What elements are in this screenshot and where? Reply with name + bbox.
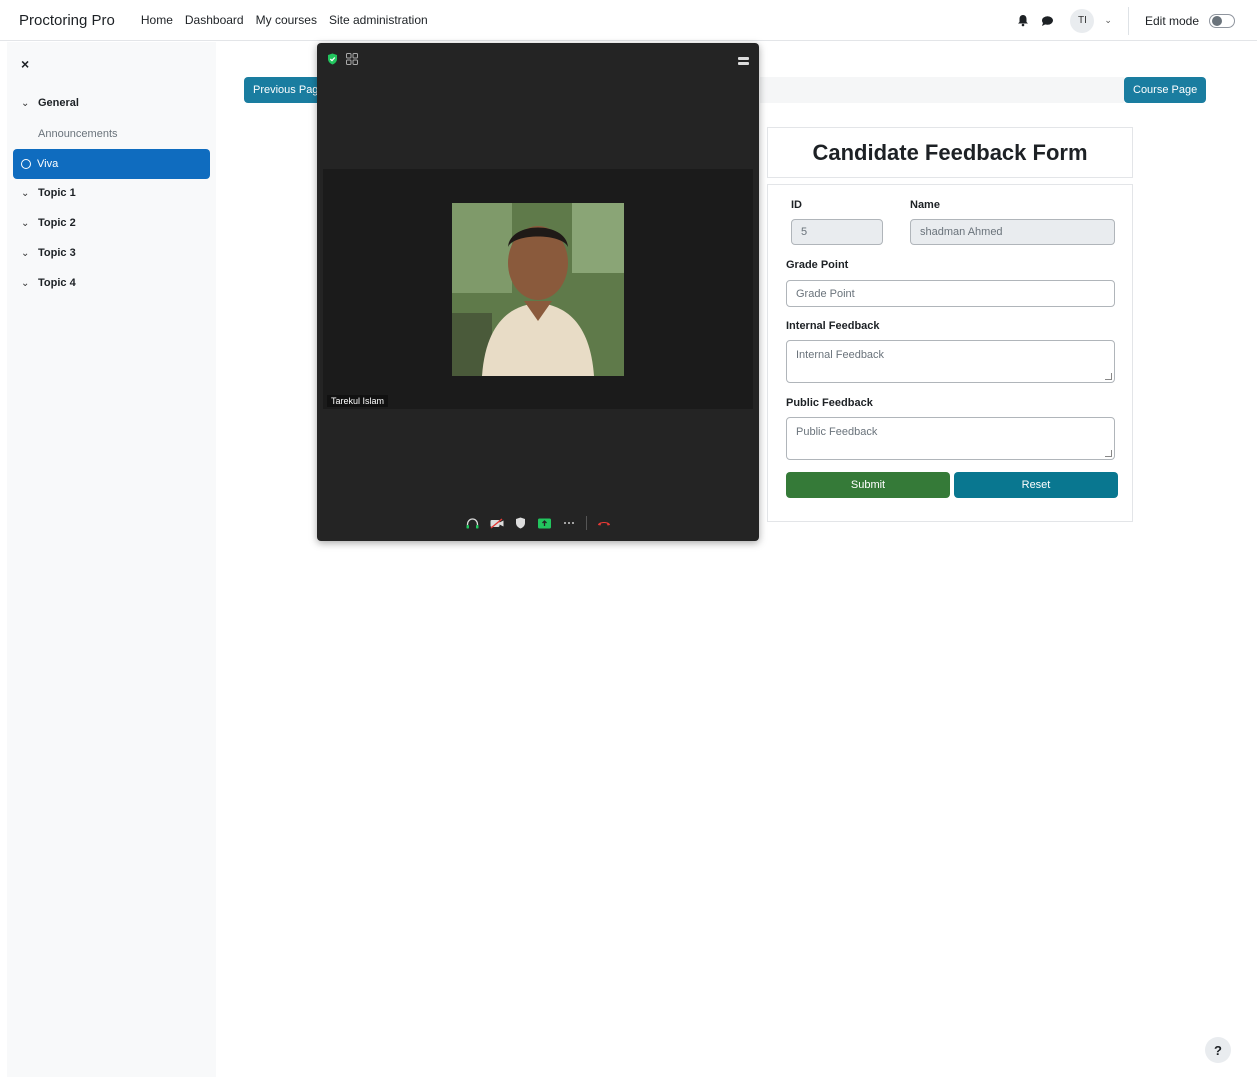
item-viva-active[interactable]: Viva [13,149,210,179]
internal-feedback-textarea[interactable]: Internal Feedback [786,340,1115,383]
user-controls: TI ⌄ Edit mode [1016,0,1235,41]
section-topic-3[interactable]: ⌄ Topic 3 [21,247,76,259]
divider [585,516,587,530]
nav-site-administration[interactable]: Site administration [329,13,428,27]
public-feedback-placeholder: Public Feedback [796,426,878,438]
public-feedback-label: Public Feedback [786,397,873,409]
grid-view-icon[interactable] [346,52,358,70]
primary-navigation: Home Dashboard My courses Site administr… [141,13,428,27]
call-controls [317,515,759,531]
internal-feedback-placeholder: Internal Feedback [796,349,885,361]
name-label: Name [910,199,940,211]
feedback-form: ID Name 5 shadman Ahmed Grade Point Grad… [767,184,1133,522]
course-page-button[interactable]: Course Page [1124,77,1207,103]
nav-home[interactable]: Home [141,13,173,27]
close-icon[interactable]: × [21,56,29,72]
id-field: 5 [791,219,883,245]
video-stage: Tarekul Islam [323,169,753,409]
chevron-down-icon[interactable]: ⌄ [1104,15,1112,26]
name-field: shadman Ahmed [910,219,1115,245]
internal-feedback-label: Internal Feedback [786,320,880,332]
section-label: Topic 1 [38,187,76,199]
section-topic-2[interactable]: ⌄ Topic 2 [21,217,76,229]
nav-dashboard[interactable]: Dashboard [185,13,244,27]
chevron-down-icon[interactable]: ⌄ [21,188,31,199]
resize-handle-icon[interactable] [1105,373,1112,380]
more-icon[interactable] [562,516,576,530]
end-call-icon[interactable] [597,516,611,530]
section-label: Topic 4 [38,277,76,289]
edit-mode-label: Edit mode [1144,13,1199,28]
menu-icon[interactable] [738,53,749,71]
form-title: Candidate Feedback Form [767,127,1133,178]
grade-point-input[interactable]: Grade Point [786,280,1115,307]
id-label: ID [791,199,802,211]
bell-icon[interactable] [1016,14,1030,28]
user-avatar[interactable]: TI [1070,8,1095,33]
camera-off-icon[interactable] [490,516,504,530]
chevron-down-icon[interactable]: ⌄ [21,248,31,259]
section-label: General [38,97,79,109]
public-feedback-textarea[interactable]: Public Feedback [786,417,1115,460]
chevron-down-icon[interactable]: ⌄ [21,98,31,109]
participant-name: Tarekul Islam [327,395,389,407]
section-topic-1[interactable]: ⌄ Topic 1 [21,187,76,199]
help-button[interactable]: ? [1205,1037,1231,1063]
nav-my-courses[interactable]: My courses [256,13,317,27]
section-label: Topic 3 [38,247,76,259]
security-shield-icon[interactable] [514,516,528,530]
resize-handle-icon[interactable] [1105,450,1112,457]
reset-button[interactable]: Reset [954,472,1118,498]
course-index-drawer: × ⌄ General Announcements Viva ⌄ Topic 1… [7,42,216,1077]
share-screen-icon[interactable] [538,516,552,530]
shield-check-icon [327,52,338,70]
participant-video [452,203,624,376]
page-nav-bar [760,77,1124,103]
item-label: Viva [37,158,59,170]
submit-button[interactable]: Submit [786,472,950,498]
circle-icon [21,159,31,169]
section-label: Topic 2 [38,217,76,229]
site-brand[interactable]: Proctoring Pro [19,12,115,29]
item-announcements[interactable]: Announcements [38,128,118,140]
divider [1127,6,1129,35]
chevron-down-icon[interactable]: ⌄ [21,278,31,289]
chat-icon[interactable] [1040,14,1054,28]
section-general[interactable]: ⌄ General [21,97,79,109]
headphones-icon[interactable] [466,516,480,530]
edit-mode-toggle[interactable] [1209,13,1235,28]
video-call-window[interactable]: Tarekul Islam [317,43,759,541]
top-navbar: Proctoring Pro Home Dashboard My courses… [0,0,1257,41]
chevron-down-icon[interactable]: ⌄ [21,218,31,229]
section-topic-4[interactable]: ⌄ Topic 4 [21,277,76,289]
grade-point-label: Grade Point [786,259,849,271]
